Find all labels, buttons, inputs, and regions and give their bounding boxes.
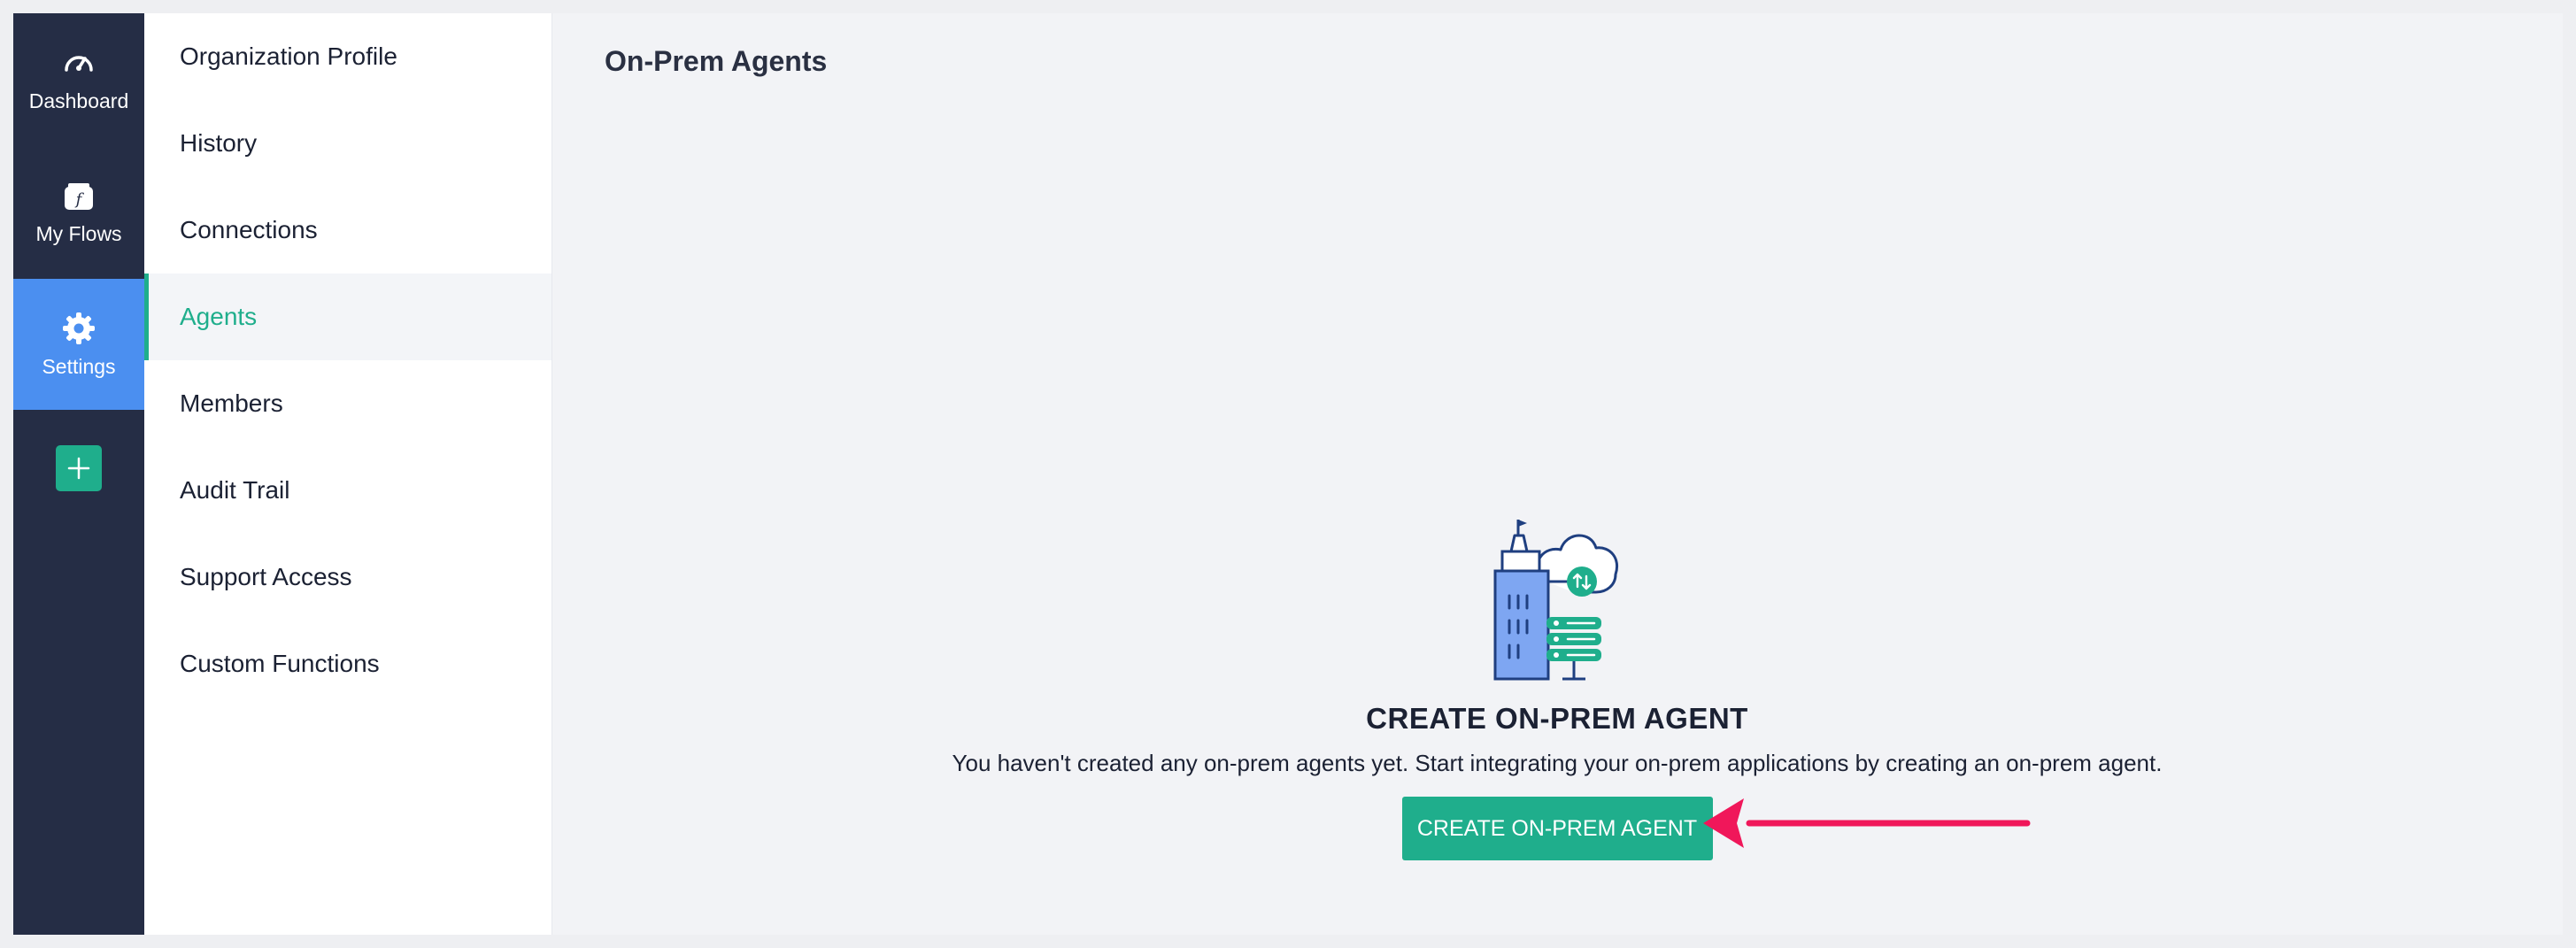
speedometer-icon bbox=[65, 55, 93, 72]
page-title: On-Prem Agents bbox=[605, 45, 828, 77]
menu-item-label: Organization Profile bbox=[180, 42, 397, 70]
app-window: Dashboard f My Flows Settings Organizati… bbox=[13, 13, 2563, 935]
settings-menu: Organization Profile History Connections… bbox=[144, 13, 551, 935]
rail-item-label: Dashboard bbox=[28, 89, 129, 112]
gear-icon bbox=[63, 312, 95, 344]
icon-rail: Dashboard f My Flows Settings bbox=[13, 13, 144, 935]
add-button[interactable] bbox=[56, 445, 102, 491]
menu-item-support-access[interactable]: Support Access bbox=[144, 534, 551, 620]
menu-item-label: Custom Functions bbox=[180, 650, 380, 677]
menu-item-organization-profile[interactable]: Organization Profile bbox=[144, 13, 551, 100]
annotation-arrow-icon bbox=[1703, 798, 2031, 848]
empty-state: CREATE ON-PREM AGENT You haven't created… bbox=[551, 516, 2563, 860]
main-content: On-Prem Agents CREATE ON-PREM AGENT You … bbox=[551, 13, 2563, 935]
rail-item-dashboard[interactable]: Dashboard bbox=[13, 13, 144, 144]
empty-state-heading: CREATE ON-PREM AGENT bbox=[1366, 702, 1748, 735]
menu-item-label: Audit Trail bbox=[180, 476, 290, 504]
menu-item-label: Support Access bbox=[180, 563, 352, 590]
menu-item-connections[interactable]: Connections bbox=[144, 187, 551, 274]
menu-item-agents[interactable]: Agents bbox=[144, 274, 551, 360]
menu-item-custom-functions[interactable]: Custom Functions bbox=[144, 620, 551, 707]
menu-item-label: Connections bbox=[180, 216, 318, 243]
menu-item-label: Members bbox=[180, 389, 283, 417]
rail-item-settings[interactable]: Settings bbox=[13, 279, 144, 410]
menu-item-label: Agents bbox=[180, 303, 258, 330]
menu-item-history[interactable]: History bbox=[144, 100, 551, 187]
building-cloud-server-illustration bbox=[1493, 520, 1618, 681]
menu-item-members[interactable]: Members bbox=[144, 360, 551, 447]
empty-state-description: You haven't created any on-prem agents y… bbox=[952, 750, 2163, 776]
rail-item-my-flows[interactable]: f My Flows bbox=[13, 146, 144, 277]
rail-item-label: My Flows bbox=[35, 221, 122, 245]
menu-item-label: History bbox=[180, 129, 258, 157]
flows-icon: f bbox=[65, 182, 93, 210]
plus-icon bbox=[67, 457, 90, 480]
menu-item-audit-trail[interactable]: Audit Trail bbox=[144, 447, 551, 534]
create-on-prem-agent-button[interactable]: CREATE ON-PREM AGENT bbox=[1401, 797, 1713, 860]
rail-item-label: Settings bbox=[42, 354, 116, 378]
